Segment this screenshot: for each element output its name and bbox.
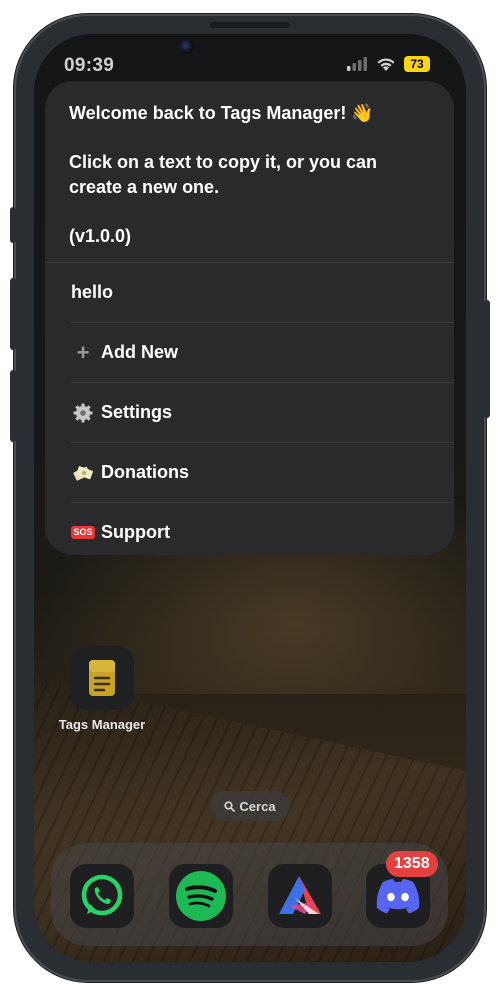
notes-icon — [89, 660, 115, 696]
tags-manager-menu: Welcome back to Tags Manager! 👋 Click on… — [45, 81, 454, 555]
spotify-icon — [176, 871, 226, 921]
status-time: 09:39 — [64, 55, 115, 76]
gear-icon — [71, 403, 95, 423]
tag-item-hello[interactable]: hello — [45, 263, 454, 322]
spotlight-search-button[interactable]: Cerca — [210, 791, 290, 821]
instruction-text-line-1: Click on a text to copy it, or you can — [69, 152, 378, 172]
status-indicators: 73 — [346, 56, 430, 72]
whatsapp-app-icon[interactable] — [70, 864, 134, 928]
menu-header: Welcome back to Tags Manager! 👋 Click on… — [45, 81, 454, 249]
money-icon — [71, 463, 95, 483]
earpiece-speaker — [210, 22, 290, 28]
settings-button[interactable]: Settings — [45, 383, 454, 442]
donations-label: Donations — [101, 462, 189, 482]
plus-icon: + — [76, 339, 90, 365]
tags-manager-app-label: Tags Manager — [58, 717, 146, 732]
add-new-label: Add New — [101, 342, 179, 362]
volume-down-button — [10, 370, 16, 442]
action-button — [10, 207, 16, 243]
support-label: Support — [101, 522, 170, 542]
search-icon — [224, 800, 236, 812]
affinity-icon — [279, 876, 321, 914]
donations-button[interactable]: Donations — [45, 443, 454, 502]
search-label: Cerca — [239, 798, 276, 814]
tag-label: hello — [71, 282, 114, 302]
tags-manager-app-icon[interactable] — [70, 646, 134, 710]
discord-notification-badge: 1358 — [386, 851, 438, 877]
volume-up-button — [10, 278, 16, 350]
front-camera — [180, 40, 194, 54]
battery-indicator: 73 — [404, 56, 430, 72]
power-button — [484, 300, 490, 418]
wifi-icon — [377, 57, 395, 71]
affinity-app-icon[interactable] — [268, 864, 332, 928]
cellular-signal-icon — [347, 57, 367, 71]
settings-label: Settings — [101, 402, 173, 422]
whatsapp-icon — [81, 874, 123, 916]
version-text: (v1.0.0) — [69, 226, 132, 246]
sos-icon: SOS — [71, 526, 95, 539]
welcome-text: Welcome back to Tags Manager! 👋 — [69, 103, 374, 123]
spotify-app-icon[interactable] — [169, 864, 233, 928]
instruction-text-line-2: create a new one. — [69, 177, 220, 197]
discord-icon — [376, 879, 420, 914]
add-new-button[interactable]: + Add New — [45, 323, 454, 382]
support-button[interactable]: SOS Support — [45, 503, 454, 555]
